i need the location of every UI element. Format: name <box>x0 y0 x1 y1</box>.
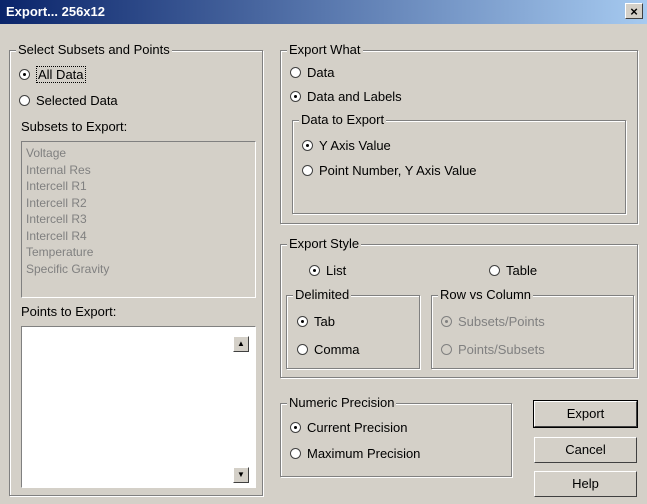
comma-radio-dot[interactable] <box>297 344 308 355</box>
selected-data-radio[interactable]: Selected Data <box>19 93 118 108</box>
comma-label: Comma <box>314 342 360 357</box>
list-label: List <box>326 263 347 278</box>
subset-item[interactable]: Intercell R2 <box>22 195 255 212</box>
table-radio-dot[interactable] <box>489 265 500 276</box>
table-radio[interactable]: Table <box>489 263 537 278</box>
tab-radio[interactable]: Tab <box>297 314 335 329</box>
data-radio[interactable]: Data <box>290 65 334 80</box>
numeric-precision-group: Numeric Precision <box>280 395 512 477</box>
row-vs-column-group: Row vs Column <box>431 287 634 369</box>
points-subsets-radio-dot[interactable] <box>441 344 452 355</box>
subsets-group-legend: Select Subsets and Points <box>16 42 172 57</box>
close-button[interactable]: × <box>625 3 643 19</box>
all-data-radio-dot[interactable] <box>19 69 30 80</box>
current-precision-radio-dot[interactable] <box>290 422 301 433</box>
maximum-precision-label: Maximum Precision <box>307 446 421 461</box>
all-data-radio[interactable]: All Data <box>19 66 86 83</box>
current-precision-radio[interactable]: Current Precision <box>290 420 407 435</box>
data-and-labels-radio[interactable]: Data and Labels <box>290 89 402 104</box>
window-title: Export... 256x12 <box>6 4 105 19</box>
subsets-points-radio[interactable]: Subsets/Points <box>441 314 545 329</box>
data-label: Data <box>307 65 335 80</box>
data-radio-dot[interactable] <box>290 67 301 78</box>
subset-item[interactable]: Internal Res <box>22 162 255 179</box>
subsets-listbox[interactable]: Voltage Internal Res Intercell R1 Interc… <box>21 141 256 298</box>
export-button[interactable]: Export <box>533 400 638 428</box>
points-subsets-label: Points/Subsets <box>458 342 545 357</box>
maximum-precision-radio[interactable]: Maximum Precision <box>290 446 420 461</box>
title-bar: Export... 256x12 × <box>0 0 647 24</box>
tab-label: Tab <box>314 314 335 329</box>
export-what-legend: Export What <box>287 42 363 57</box>
list-radio[interactable]: List <box>309 263 346 278</box>
data-and-labels-label: Data and Labels <box>307 89 402 104</box>
subset-item[interactable]: Intercell R3 <box>22 211 255 228</box>
subset-item[interactable]: Temperature <box>22 244 255 261</box>
y-axis-value-label: Y Axis Value <box>319 138 391 153</box>
point-number-y-label: Point Number, Y Axis Value <box>319 163 477 178</box>
maximum-precision-radio-dot[interactable] <box>290 448 301 459</box>
y-axis-value-radio[interactable]: Y Axis Value <box>302 138 391 153</box>
subset-item[interactable]: Voltage <box>22 145 255 162</box>
delimited-group: Delimited <box>286 287 420 369</box>
subset-item[interactable]: Specific Gravity <box>22 261 255 278</box>
table-label: Table <box>506 263 538 278</box>
comma-radio[interactable]: Comma <box>297 342 360 357</box>
point-number-y-radio-dot[interactable] <box>302 165 313 176</box>
subsets-points-radio-dot[interactable] <box>441 316 452 327</box>
points-listbox[interactable] <box>21 326 256 488</box>
y-axis-value-radio-dot[interactable] <box>302 140 313 151</box>
subset-item[interactable]: Intercell R4 <box>22 228 255 245</box>
points-label: Points to Export: <box>21 304 117 319</box>
current-precision-label: Current Precision <box>307 420 408 435</box>
delimited-legend: Delimited <box>293 287 352 302</box>
points-subsets-radio[interactable]: Points/Subsets <box>441 342 545 357</box>
row-vs-column-legend: Row vs Column <box>438 287 534 302</box>
data-to-export-legend: Data to Export <box>299 112 387 127</box>
scroll-down-arrow-icon[interactable]: ▼ <box>233 467 249 483</box>
all-data-label: All Data <box>36 66 86 83</box>
tab-radio-dot[interactable] <box>297 316 308 327</box>
selected-data-label: Selected Data <box>36 93 118 108</box>
scroll-up-arrow-icon[interactable]: ▲ <box>233 336 249 352</box>
selected-data-radio-dot[interactable] <box>19 95 30 106</box>
data-and-labels-radio-dot[interactable] <box>290 91 301 102</box>
numeric-precision-legend: Numeric Precision <box>287 395 397 410</box>
export-style-legend: Export Style <box>287 236 362 251</box>
subsets-points-label: Subsets/Points <box>458 314 545 329</box>
subset-item[interactable]: Intercell R1 <box>22 178 255 195</box>
help-button[interactable]: Help <box>534 471 637 497</box>
cancel-button[interactable]: Cancel <box>534 437 637 463</box>
point-number-y-radio[interactable]: Point Number, Y Axis Value <box>302 163 477 178</box>
list-radio-dot[interactable] <box>309 265 320 276</box>
subsets-label: Subsets to Export: <box>21 119 128 134</box>
